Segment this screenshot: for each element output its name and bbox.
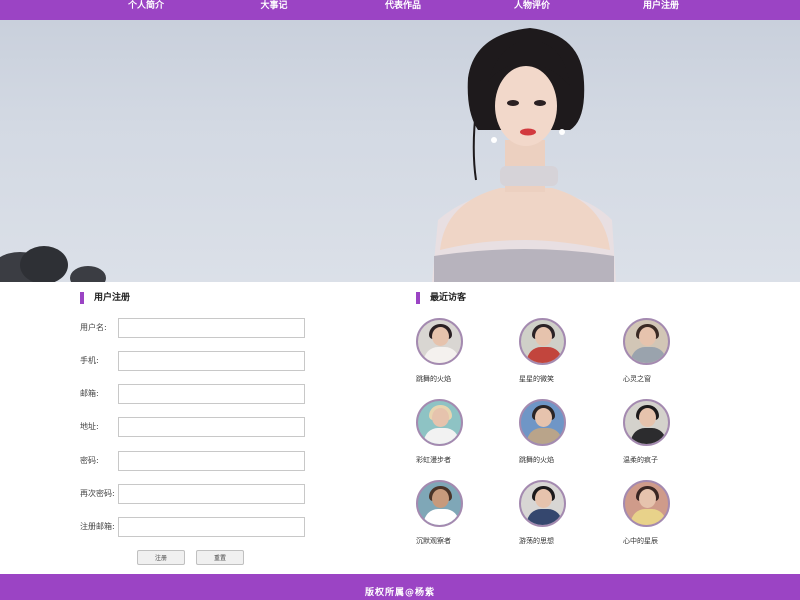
- visitor-name: 温柔的疯子: [623, 456, 658, 464]
- user-avatar-icon: [623, 318, 670, 365]
- address-input[interactable]: [118, 417, 305, 437]
- submit-button[interactable]: 注册: [137, 550, 185, 565]
- visitor-name: 跳舞的火焰: [519, 456, 554, 464]
- confirm-password-input[interactable]: [118, 484, 305, 504]
- register-email-input[interactable]: [118, 517, 305, 537]
- phone-label: 手机:: [80, 356, 99, 365]
- visitor-name: 心中的星辰: [623, 537, 658, 545]
- hero-portrait: [432, 28, 616, 282]
- visitors-section-title: 最近访客: [416, 292, 466, 304]
- register-section-title: 用户注册: [80, 292, 130, 304]
- visitor-card[interactable]: 星星的微笑: [519, 318, 599, 390]
- visitor-card[interactable]: 沉默观察者: [416, 480, 496, 552]
- visitor-name: 游荡的思想: [519, 537, 554, 545]
- register-email-label: 注册邮箱:: [80, 522, 115, 531]
- user-avatar-icon: [623, 480, 670, 527]
- visitor-name: 跳舞的火焰: [416, 375, 451, 383]
- user-avatar-icon: [519, 399, 566, 446]
- nav-item-reviews[interactable]: 人物评价: [514, 0, 550, 14]
- reset-button[interactable]: 重置: [196, 550, 244, 565]
- username-label: 用户名:: [80, 323, 107, 332]
- username-input[interactable]: [118, 318, 305, 338]
- visitor-name: 沉默观察者: [416, 537, 451, 545]
- email-input[interactable]: [118, 384, 305, 404]
- copyright-text: 版权所属@杨紫: [364, 588, 435, 598]
- visitor-card[interactable]: 跳舞的火焰: [519, 399, 599, 471]
- hero-banner: [0, 20, 800, 282]
- nav-item-milestones[interactable]: 大事记: [260, 0, 287, 14]
- visitor-name: 心灵之窗: [623, 375, 651, 383]
- nav-item-profile[interactable]: 个人简介: [128, 0, 164, 14]
- user-avatar-icon: [416, 480, 463, 527]
- visitor-card[interactable]: 彩虹漫步者: [416, 399, 496, 471]
- user-avatar-icon: [416, 318, 463, 365]
- visitor-name: 彩虹漫步者: [416, 456, 451, 464]
- user-avatar-icon: [623, 399, 670, 446]
- top-nav: 个人简介 大事记 代表作品 人物评价 用户注册: [0, 0, 800, 20]
- visitor-card[interactable]: 游荡的思想: [519, 480, 599, 552]
- visitor-card[interactable]: 温柔的疯子: [623, 399, 703, 471]
- visitor-card[interactable]: 心中的星辰: [623, 480, 703, 552]
- password-label: 密码:: [80, 456, 99, 465]
- confirm-password-label: 再次密码:: [80, 489, 115, 498]
- email-label: 邮箱:: [80, 389, 99, 398]
- nav-item-register[interactable]: 用户注册: [643, 0, 679, 14]
- nav-item-works[interactable]: 代表作品: [385, 0, 421, 14]
- visitor-card[interactable]: 心灵之窗: [623, 318, 703, 390]
- footer: 版权所属@杨紫: [0, 574, 800, 600]
- visitor-card[interactable]: 跳舞的火焰: [416, 318, 496, 390]
- user-avatar-icon: [519, 480, 566, 527]
- visitor-name: 星星的微笑: [519, 375, 554, 383]
- phone-input[interactable]: [118, 351, 305, 371]
- user-avatar-icon: [519, 318, 566, 365]
- password-input[interactable]: [118, 451, 305, 471]
- user-avatar-icon: [416, 399, 463, 446]
- address-label: 地址:: [80, 422, 99, 431]
